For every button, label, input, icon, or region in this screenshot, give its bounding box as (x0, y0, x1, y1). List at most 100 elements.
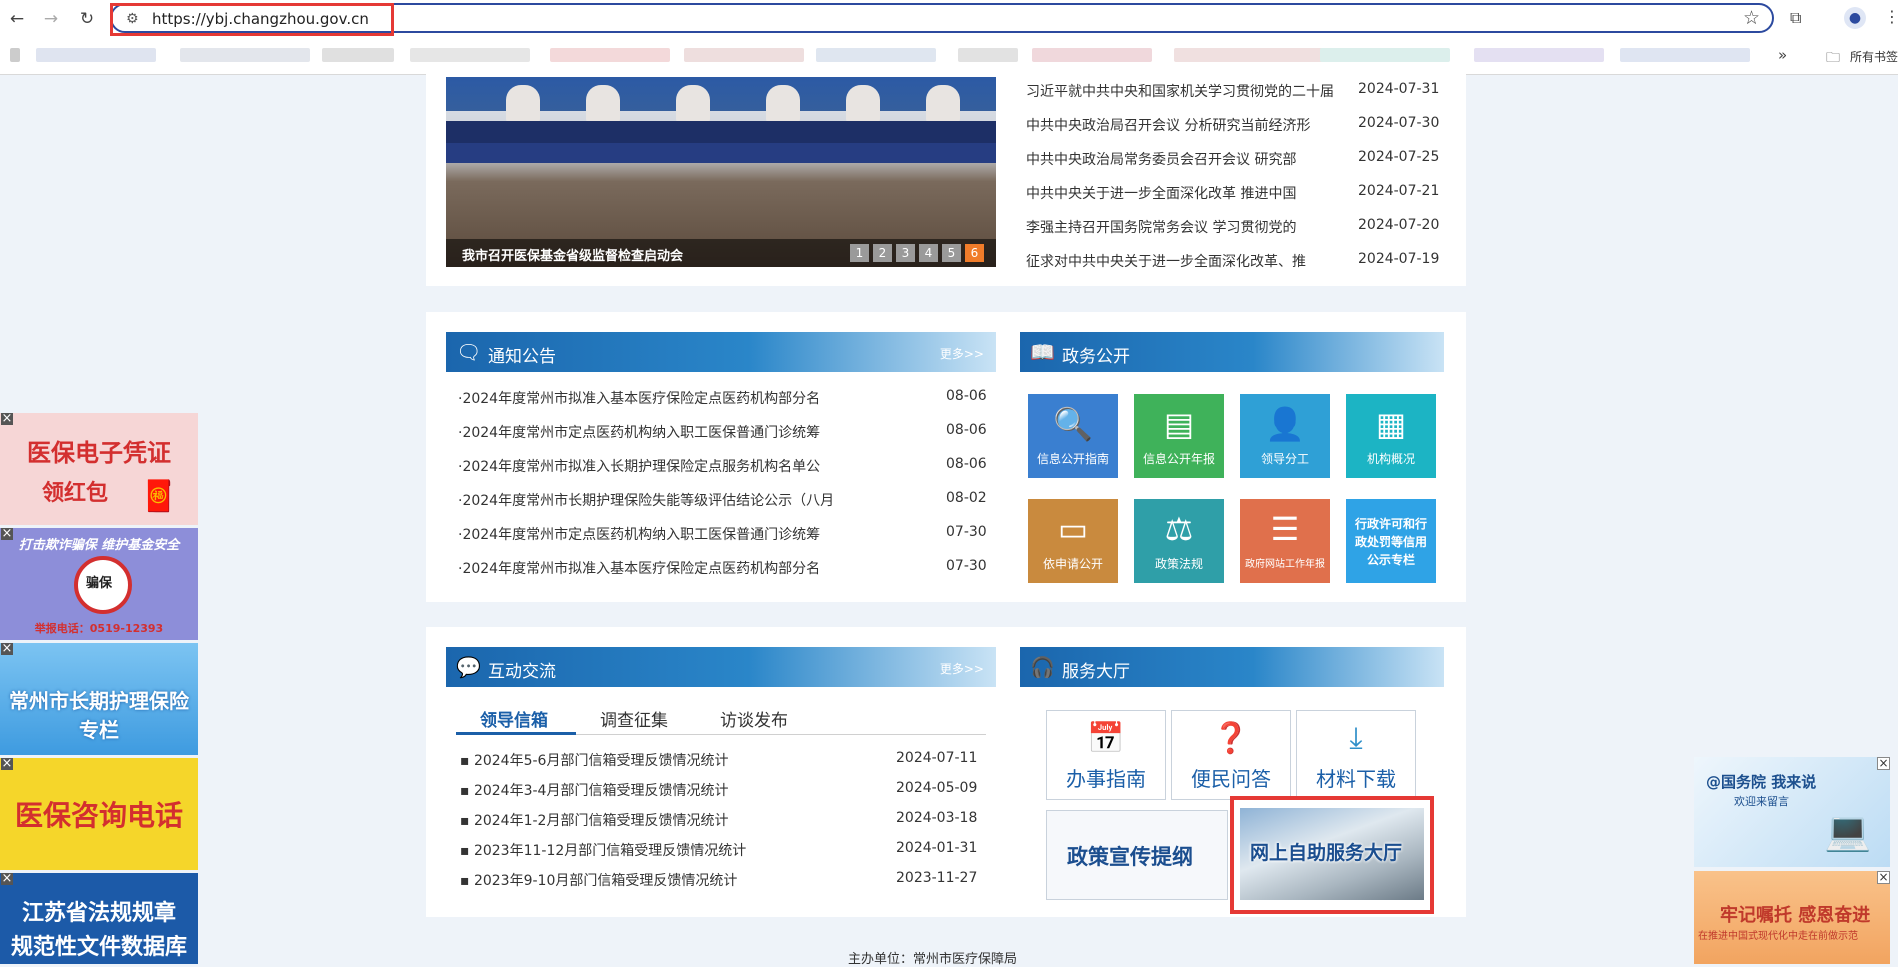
bookmark-star-icon[interactable]: ☆ (1743, 7, 1760, 29)
ad-long-term-care[interactable]: × 常州市长期护理保险专栏 (0, 643, 198, 755)
bookmark-item[interactable] (958, 48, 1018, 62)
reload-icon[interactable]: ↻ (76, 8, 98, 30)
service-label: 办事指南 (1066, 767, 1146, 791)
bookmark-item[interactable] (1032, 48, 1152, 62)
mailbox-item-title[interactable]: ▪ 2023年9-10月部门信箱受理反馈情况统计 (460, 870, 737, 890)
tile-info-annual-report[interactable]: ▤ 信息公开年报 (1134, 394, 1224, 478)
headset-icon: 🎧 (1030, 655, 1055, 679)
tile-apply-disclosure[interactable]: ▭ 依申请公开 (1028, 499, 1118, 583)
bookmark-item[interactable] (550, 48, 670, 62)
mailbox-item-text[interactable]: 2024年5-6月部门信箱受理反馈情况统计 (474, 753, 729, 769)
mailbox-item-text[interactable]: 2023年11-12月部门信箱受理反馈情况统计 (474, 843, 746, 859)
bookmark-item[interactable] (816, 48, 936, 62)
notices-header: 🗨 通知公告 更多>> (446, 332, 996, 372)
close-icon[interactable]: × (1, 643, 13, 655)
profile-avatar-icon[interactable]: ● (1844, 7, 1866, 29)
tab-interview[interactable]: 访谈发布 (720, 706, 788, 731)
close-icon[interactable]: × (1, 873, 13, 885)
tab-survey[interactable]: 调查征集 (600, 706, 668, 731)
news-title[interactable]: 李强主持召开国务院常务会议 学习贯彻党的 (1026, 217, 1296, 237)
notice-title[interactable]: ·2024年度常州市定点医药机构纳入职工医保普通门诊统筹 (458, 524, 820, 544)
service-qa-button[interactable]: ❓ 便民问答 (1171, 710, 1291, 800)
bookmark-item[interactable] (1474, 48, 1604, 62)
news-title[interactable]: 中共中央政治局召开会议 分析研究当前经济形 (1026, 115, 1310, 135)
close-icon[interactable]: × (1877, 871, 1890, 884)
ad-regulations-database[interactable]: × 江苏省法规规章 规范性文件数据库 (0, 873, 198, 964)
tile-org-overview[interactable]: ▦ 机构概况 (1346, 394, 1436, 478)
mailbox-item-text[interactable]: 2024年3-4月部门信箱受理反馈情况统计 (474, 783, 729, 799)
ad-state-council-feedback[interactable]: × @国务院 我来说 欢迎来留言 💻 (1694, 757, 1890, 867)
carousel-photo[interactable]: 我市召开医保基金省级监督检查启动会 1 2 3 4 5 6 (446, 77, 996, 267)
news-title[interactable]: 中共中央关于进一步全面深化改革 推进中国 (1026, 183, 1296, 203)
service-download-button[interactable]: ⤓ 材料下载 (1296, 710, 1416, 800)
bookmark-item[interactable] (10, 48, 20, 62)
service-hall-title: 服务大厅 (1062, 662, 1130, 682)
tile-website-annual-report[interactable]: ☰ 政府网站工作年报 (1240, 499, 1330, 583)
mailbox-item-text[interactable]: 2024年1-2月部门信箱受理反馈情况统计 (474, 813, 729, 829)
chat-bubble-icon: 🗨 (456, 340, 482, 364)
notice-title[interactable]: ·2024年度常州市长期护理保险失能等级评估结论公示（八月 (458, 490, 834, 510)
policy-outline-label: 政策宣传提纲 (1067, 845, 1193, 869)
bookmark-item[interactable] (1620, 48, 1750, 62)
chat-bubbles-icon: 💬 (456, 655, 481, 679)
carousel-dot-3[interactable]: 3 (896, 244, 915, 262)
service-guide-button[interactable]: 📅 办事指南 (1046, 710, 1166, 800)
ad-consult-hotline[interactable]: × 医保咨询电话 (0, 758, 198, 870)
notice-title[interactable]: ·2024年度常州市拟准入基本医疗保险定点医药机构部分名 (458, 558, 820, 578)
mailbox-item-title[interactable]: ▪ 2023年11-12月部门信箱受理反馈情况统计 (460, 840, 746, 860)
ad-anti-fraud[interactable]: × 打击欺诈骗保 维护基金安全 骗保 举报电话：0519-12393 (0, 528, 198, 640)
tile-leader-division[interactable]: 👤 领导分工 (1240, 394, 1330, 478)
news-date: 2024-07-20 (1358, 217, 1440, 233)
carousel-dot-2[interactable]: 2 (873, 244, 892, 262)
bookmark-item[interactable] (322, 48, 394, 62)
news-title[interactable]: 中共中央政治局常务委员会召开会议 研究部 (1026, 149, 1296, 169)
notice-title[interactable]: ·2024年度常州市拟准入基本医疗保险定点医药机构部分名 (458, 388, 820, 408)
bookmark-item[interactable] (36, 48, 156, 62)
news-title[interactable]: 习近平就中共中央和国家机关学习贯彻党的二十届 (1026, 81, 1334, 101)
notice-date: 08-06 (946, 388, 987, 404)
notice-title[interactable]: ·2024年度常州市拟准入长期护理保险定点服务机构名单公 (458, 456, 820, 476)
bookmark-item[interactable] (180, 48, 310, 62)
carousel-dot-4[interactable]: 4 (919, 244, 938, 262)
carousel-dot-6[interactable]: 6 (965, 244, 984, 262)
url-highlight-box (110, 3, 394, 36)
all-bookmarks-label[interactable]: 所有书签 (1850, 48, 1898, 65)
news-title[interactable]: 征求对中共中央关于进一步全面深化改革、推 (1026, 251, 1306, 271)
close-icon[interactable]: × (1, 413, 13, 425)
close-icon[interactable]: × (1877, 757, 1890, 770)
self-service-hall-button[interactable]: 网上自助服务大厅 (1230, 796, 1434, 914)
tile-label: 领导分工 (1260, 452, 1309, 466)
mailbox-item-text[interactable]: 2023年9-10月部门信箱受理反馈情况统计 (474, 873, 737, 889)
photo-tablecloth (446, 143, 996, 163)
bookmark-item[interactable] (410, 48, 530, 62)
carousel-dot-1[interactable]: 1 (850, 244, 869, 262)
tile-policy-regulations[interactable]: ⚖ 政策法规 (1134, 499, 1224, 583)
forward-arrow-icon[interactable]: → (40, 8, 62, 30)
interaction-more-link[interactable]: 更多>> (940, 660, 984, 677)
ad-line: 在推进中国式现代化中走在前做示范 (1698, 931, 1858, 942)
bookmark-item[interactable] (1320, 48, 1450, 62)
mailbox-item-title[interactable]: ▪ 2024年1-2月部门信箱受理反馈情况统计 (460, 810, 728, 830)
tile-label: 依申请公开 (1042, 557, 1103, 571)
ad-remember-entrustment[interactable]: × 牢记嘱托 感恩奋进 在推进中国式现代化中走在前做示范 (1694, 871, 1890, 964)
tile-info-guide[interactable]: 🔍 信息公开指南 (1028, 394, 1118, 478)
bookmark-item[interactable] (1174, 48, 1324, 62)
more-menu-icon[interactable]: ⋮ (1884, 7, 1898, 26)
carousel-dot-5[interactable]: 5 (942, 244, 961, 262)
back-arrow-icon[interactable]: ← (6, 8, 28, 30)
tile-label: 政策法规 (1154, 557, 1203, 571)
ad-medical-e-voucher[interactable]: × 医保电子凭证 领红包 🧧 (0, 413, 198, 525)
mailbox-item-title[interactable]: ▪ 2024年5-6月部门信箱受理反馈情况统计 (460, 750, 728, 770)
bookmark-item[interactable] (684, 48, 804, 62)
browser-chrome: ← → ↻ ⚙ https://ybj.changzhou.gov.cn ☆ ⧉… (0, 0, 1898, 75)
tab-leader-mailbox[interactable]: 领导信箱 (480, 706, 548, 731)
policy-outline-button[interactable]: 政策宣传提纲 (1046, 810, 1228, 900)
mailbox-item-title[interactable]: ▪ 2024年3-4月部门信箱受理反馈情况统计 (460, 780, 728, 800)
tile-credit-disclosure[interactable]: 行政许可和行政处罚等信用公示专栏 (1346, 499, 1436, 583)
carousel-caption[interactable]: 我市召开医保基金省级监督检查启动会 (462, 245, 683, 264)
more-bookmarks-icon[interactable]: » (1778, 46, 1787, 64)
notice-title[interactable]: ·2024年度常州市定点医药机构纳入职工医保普通门诊统筹 (458, 422, 820, 442)
extensions-icon[interactable]: ⧉ (1790, 8, 1801, 28)
close-icon[interactable]: × (1, 758, 13, 770)
notices-more-link[interactable]: 更多>> (940, 345, 984, 362)
